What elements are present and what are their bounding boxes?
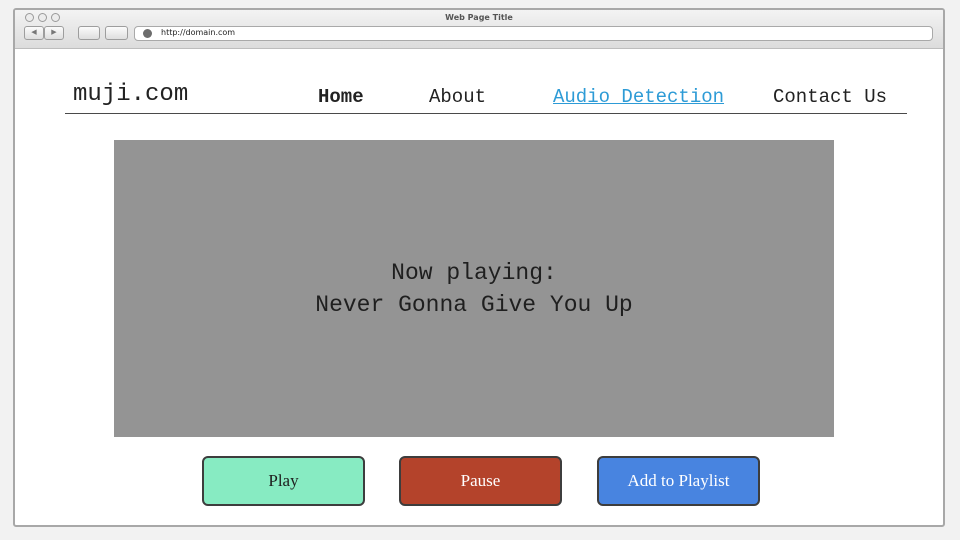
now-playing-panel: Now playing: Never Gonna Give You Up — [114, 140, 834, 437]
play-button-label: Play — [268, 471, 299, 490]
back-arrow-icon: ◀ — [31, 29, 37, 36]
browser-window: Web Page Title ◀ ▶ http://domain.com muj… — [13, 8, 945, 527]
browser-titlebar: Web Page Title ◀ ▶ http://domain.com — [15, 10, 943, 49]
nav-divider — [65, 113, 907, 114]
home-browser-button[interactable] — [105, 26, 128, 40]
play-button[interactable]: Play — [202, 456, 365, 506]
nav-contact-link[interactable]: Contact Us — [773, 86, 887, 108]
forward-arrow-icon: ▶ — [51, 29, 57, 36]
site-logo[interactable]: muji.com — [73, 81, 188, 108]
track-title: Never Gonna Give You Up — [315, 291, 633, 318]
pause-button-label: Pause — [460, 471, 501, 490]
add-to-playlist-button[interactable]: Add to Playlist — [597, 456, 760, 506]
forward-button[interactable]: ▶ — [44, 26, 64, 40]
address-bar[interactable]: http://domain.com — [134, 26, 933, 41]
window-title: Web Page Title — [445, 13, 513, 22]
now-playing-label: Now playing: — [391, 259, 557, 286]
url-text: http://domain.com — [161, 28, 236, 37]
globe-icon — [143, 29, 152, 38]
nav-about-link[interactable]: About — [429, 86, 486, 108]
back-button[interactable]: ◀ — [24, 26, 44, 40]
pause-button[interactable]: Pause — [399, 456, 562, 506]
nav-audio-detection-link[interactable]: Audio Detection — [553, 86, 724, 108]
nav-home-link[interactable]: Home — [318, 86, 364, 108]
add-to-playlist-label: Add to Playlist — [627, 471, 730, 490]
reload-button[interactable] — [78, 26, 100, 40]
